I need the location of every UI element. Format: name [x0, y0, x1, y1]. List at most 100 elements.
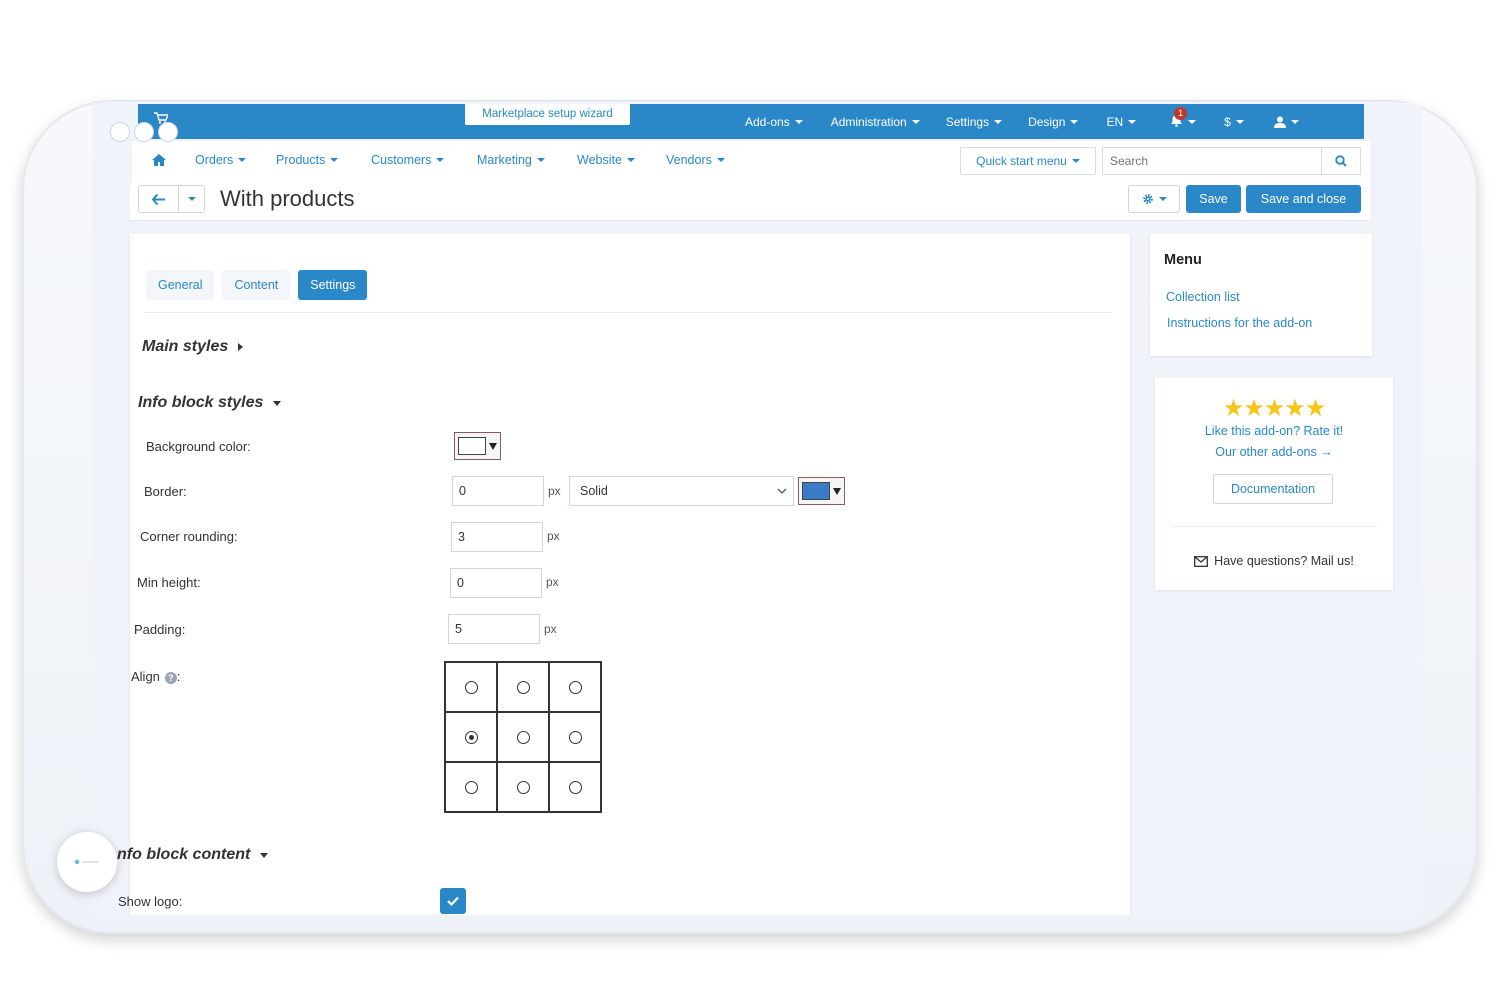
gear-icon: [1142, 194, 1153, 204]
padding-unit: px: [544, 622, 557, 636]
align-bottom-left[interactable]: [445, 762, 497, 812]
align-label-colon: :: [176, 669, 181, 684]
chevron-down-icon: [436, 158, 445, 162]
background-color-picker[interactable]: [454, 432, 501, 460]
min-height-input[interactable]: 0: [450, 568, 542, 598]
align-label: Align?:: [131, 669, 181, 684]
collection-list-link[interactable]: Collection list: [1166, 290, 1240, 304]
window-dot: [134, 122, 154, 142]
device-frame: Marketplace setup wizard Add-ons Adminis…: [22, 100, 1478, 934]
home-icon[interactable]: [152, 154, 166, 166]
tab-divider: [144, 312, 1112, 313]
align-middle-center[interactable]: [497, 712, 549, 762]
min-height-label: Min height:: [137, 575, 201, 590]
back-button[interactable]: [139, 186, 179, 212]
chevron-down-icon: [777, 488, 787, 494]
menu-administration[interactable]: Administration: [819, 104, 932, 139]
padding-label: Padding:: [134, 622, 186, 637]
tab-settings[interactable]: Settings: [298, 270, 368, 300]
quick-start-menu-button[interactable]: Quick start menu: [960, 147, 1096, 175]
nav-customers[interactable]: Customers: [371, 153, 445, 167]
other-addons-link[interactable]: Our other add-ons →: [1155, 445, 1393, 459]
nav-marketing[interactable]: Marketing: [477, 153, 545, 167]
chevron-down-icon: [994, 119, 1003, 124]
rate-link[interactable]: Like this add-on? Rate it!: [1155, 424, 1393, 438]
menu-settings-label: Settings: [945, 114, 990, 129]
notification-badge: 1: [1174, 106, 1188, 120]
border-color-swatch: [802, 482, 830, 500]
mail-us-link[interactable]: Have questions? Mail us!: [1155, 554, 1393, 568]
save-button[interactable]: Save: [1186, 185, 1241, 213]
align-top-right[interactable]: [549, 662, 601, 712]
rating-stars[interactable]: ★★★★★: [1155, 394, 1393, 423]
align-middle-right[interactable]: [549, 712, 601, 762]
radio-middle-right[interactable]: [568, 730, 582, 744]
search-input[interactable]: [1102, 147, 1322, 175]
instructions-link[interactable]: Instructions for the add-on: [1167, 316, 1312, 330]
notifications-button[interactable]: 1: [1158, 104, 1208, 139]
nav-vendors-label: Vendors: [666, 153, 712, 167]
chevron-down-icon: [833, 487, 841, 495]
marketplace-setup-wizard-button[interactable]: Marketplace setup wizard: [464, 104, 631, 126]
radio-middle-left[interactable]: [464, 730, 478, 744]
border-style-select[interactable]: Solid: [569, 476, 794, 506]
nav-products[interactable]: Products: [276, 153, 339, 167]
chevron-down-icon: [1188, 119, 1197, 124]
chevron-down-icon: [1071, 159, 1080, 163]
radio-bottom-center[interactable]: [516, 780, 530, 794]
widget-logo-icon: [74, 859, 98, 865]
main-styles-toggle[interactable]: Main styles: [142, 338, 244, 356]
info-block-styles-toggle[interactable]: Info block styles: [138, 394, 282, 412]
align-bottom-center[interactable]: [497, 762, 549, 812]
main-navigation: Orders Products Customers Marketing Webs…: [132, 141, 1370, 185]
nav-website[interactable]: Website: [577, 153, 635, 167]
tab-general[interactable]: General: [146, 270, 215, 300]
info-block-content-heading: nfo block content: [117, 846, 251, 863]
min-height-unit: px: [546, 575, 559, 589]
sidebar-menu-title: Menu: [1164, 252, 1202, 268]
radio-bottom-right[interactable]: [568, 780, 582, 794]
settings-dropdown-button[interactable]: [1128, 185, 1180, 213]
radio-middle-center[interactable]: [516, 730, 530, 744]
back-button-group: [138, 185, 205, 213]
border-width-input[interactable]: 0: [452, 476, 544, 506]
menu-settings[interactable]: Settings: [934, 104, 1014, 139]
arrow-left-icon: [152, 193, 165, 205]
align-middle-left[interactable]: [445, 712, 497, 762]
show-logo-label: Show logo:: [118, 894, 183, 909]
align-top-left[interactable]: [445, 662, 497, 712]
info-block-content-toggle[interactable]: nfo block content: [117, 846, 269, 864]
divider: [1173, 526, 1377, 527]
border-unit: px: [548, 484, 561, 498]
menu-language[interactable]: EN: [1094, 104, 1148, 139]
nav-orders[interactable]: Orders: [195, 153, 247, 167]
radio-top-left[interactable]: [464, 680, 478, 694]
nav-vendors[interactable]: Vendors: [666, 153, 725, 167]
corner-rounding-input[interactable]: 3: [451, 522, 543, 552]
padding-input[interactable]: 5: [448, 614, 540, 644]
user-menu-button[interactable]: [1262, 104, 1311, 139]
search-button[interactable]: [1321, 147, 1361, 175]
tab-content[interactable]: Content: [222, 270, 291, 300]
radio-bottom-left[interactable]: [464, 780, 478, 794]
align-top-center[interactable]: [497, 662, 549, 712]
menu-addons[interactable]: Add-ons: [733, 104, 815, 139]
currency-button[interactable]: $: [1212, 104, 1256, 139]
chevron-down-icon: [794, 119, 803, 124]
radio-top-center[interactable]: [516, 680, 530, 694]
nav-website-label: Website: [577, 153, 622, 167]
show-logo-checkbox[interactable]: [440, 888, 466, 914]
documentation-button[interactable]: Documentation: [1213, 474, 1333, 504]
radio-top-right[interactable]: [568, 680, 582, 694]
top-bar: Marketplace setup wizard Add-ons Adminis…: [138, 104, 1364, 139]
chevron-right-icon: [238, 343, 244, 351]
chevron-down-icon: [1235, 119, 1244, 124]
border-color-picker[interactable]: [798, 477, 845, 505]
chevron-down-icon: [489, 442, 497, 450]
menu-design[interactable]: Design: [1016, 104, 1090, 139]
back-dropdown-button[interactable]: [179, 186, 204, 212]
save-and-close-button[interactable]: Save and close: [1246, 185, 1361, 213]
help-icon[interactable]: ?: [164, 671, 177, 684]
align-bottom-right[interactable]: [549, 762, 601, 812]
floating-widget-button[interactable]: [57, 832, 117, 892]
